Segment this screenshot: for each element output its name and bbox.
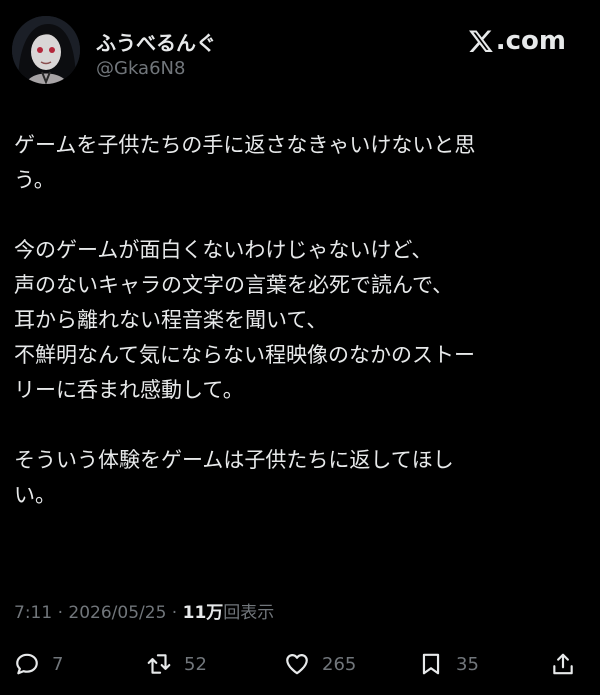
avatar[interactable] xyxy=(12,16,80,84)
reply-icon xyxy=(16,653,38,675)
display-name[interactable]: ふうべるんぐ xyxy=(96,27,216,56)
heart-icon xyxy=(286,654,308,675)
bookmark-button[interactable]: 35 xyxy=(418,647,479,681)
share-icon xyxy=(553,653,573,675)
repost-button[interactable]: 52 xyxy=(146,647,207,681)
post-line: そういう体験をゲームは子供たちに返してほし xyxy=(14,448,454,472)
avatar-image xyxy=(12,16,80,84)
views-count: 11万 xyxy=(182,603,224,623)
x-logo-icon xyxy=(468,30,493,53)
like-button[interactable]: 265 xyxy=(284,647,356,681)
post-line: 声のないキャラの文字の言葉を必死で読んで、 xyxy=(14,273,454,297)
post-paragraph: そういう体験をゲームは子供たちに返してほし い。 xyxy=(14,443,590,513)
post-time[interactable]: 7:11 xyxy=(14,603,52,623)
logo-text: .com xyxy=(495,26,566,56)
post-line: 不鮮明なんて気にならない程映像のなかのストー xyxy=(14,343,475,367)
post-meta: 7:11 · 2026/05/25 · 11万回表示 xyxy=(14,598,274,623)
repost-icon xyxy=(147,654,171,674)
repost-count: 52 xyxy=(184,653,207,675)
post-line: ゲームを子供たちの手に返さなきゃいけないと思 xyxy=(14,133,476,157)
x-logo: .com xyxy=(468,26,566,56)
post-line: 耳から離れない程音楽を聞いて、 xyxy=(14,308,328,332)
reply-button[interactable]: 7 xyxy=(14,647,63,681)
post-text: ゲームを子供たちの手に返さなきゃいけないと思 う。 今のゲームが面白くないわけじ… xyxy=(14,128,590,513)
post-line: い。 xyxy=(14,483,56,507)
bookmark-count: 35 xyxy=(456,653,479,675)
post-paragraph: ゲームを子供たちの手に返さなきゃいけないと思 う。 xyxy=(14,128,590,198)
user-handle[interactable]: @Gka6N8 xyxy=(96,58,185,79)
bookmark-icon xyxy=(422,653,440,675)
like-count: 265 xyxy=(322,653,357,675)
meta-separator: · xyxy=(57,603,63,623)
post-line: リーに呑まれ感動して。 xyxy=(14,378,244,402)
post-header: ふうべるんぐ @Gka6N8 .com xyxy=(0,0,600,100)
views-label: 回表示 xyxy=(223,603,275,623)
post-line: う。 xyxy=(14,168,55,192)
post-paragraph: 今のゲームが面白くないわけじゃないけど、 声のないキャラの文字の言葉を必死で読ん… xyxy=(14,233,590,408)
action-bar: 7 52 265 35 xyxy=(0,647,600,683)
post-line: 今のゲームが面白くないわけじゃないけど、 xyxy=(14,238,433,262)
share-button[interactable] xyxy=(550,647,576,681)
post-date[interactable]: 2026/05/25 xyxy=(68,603,166,623)
meta-separator: · xyxy=(171,603,178,623)
reply-count: 7 xyxy=(52,653,64,675)
